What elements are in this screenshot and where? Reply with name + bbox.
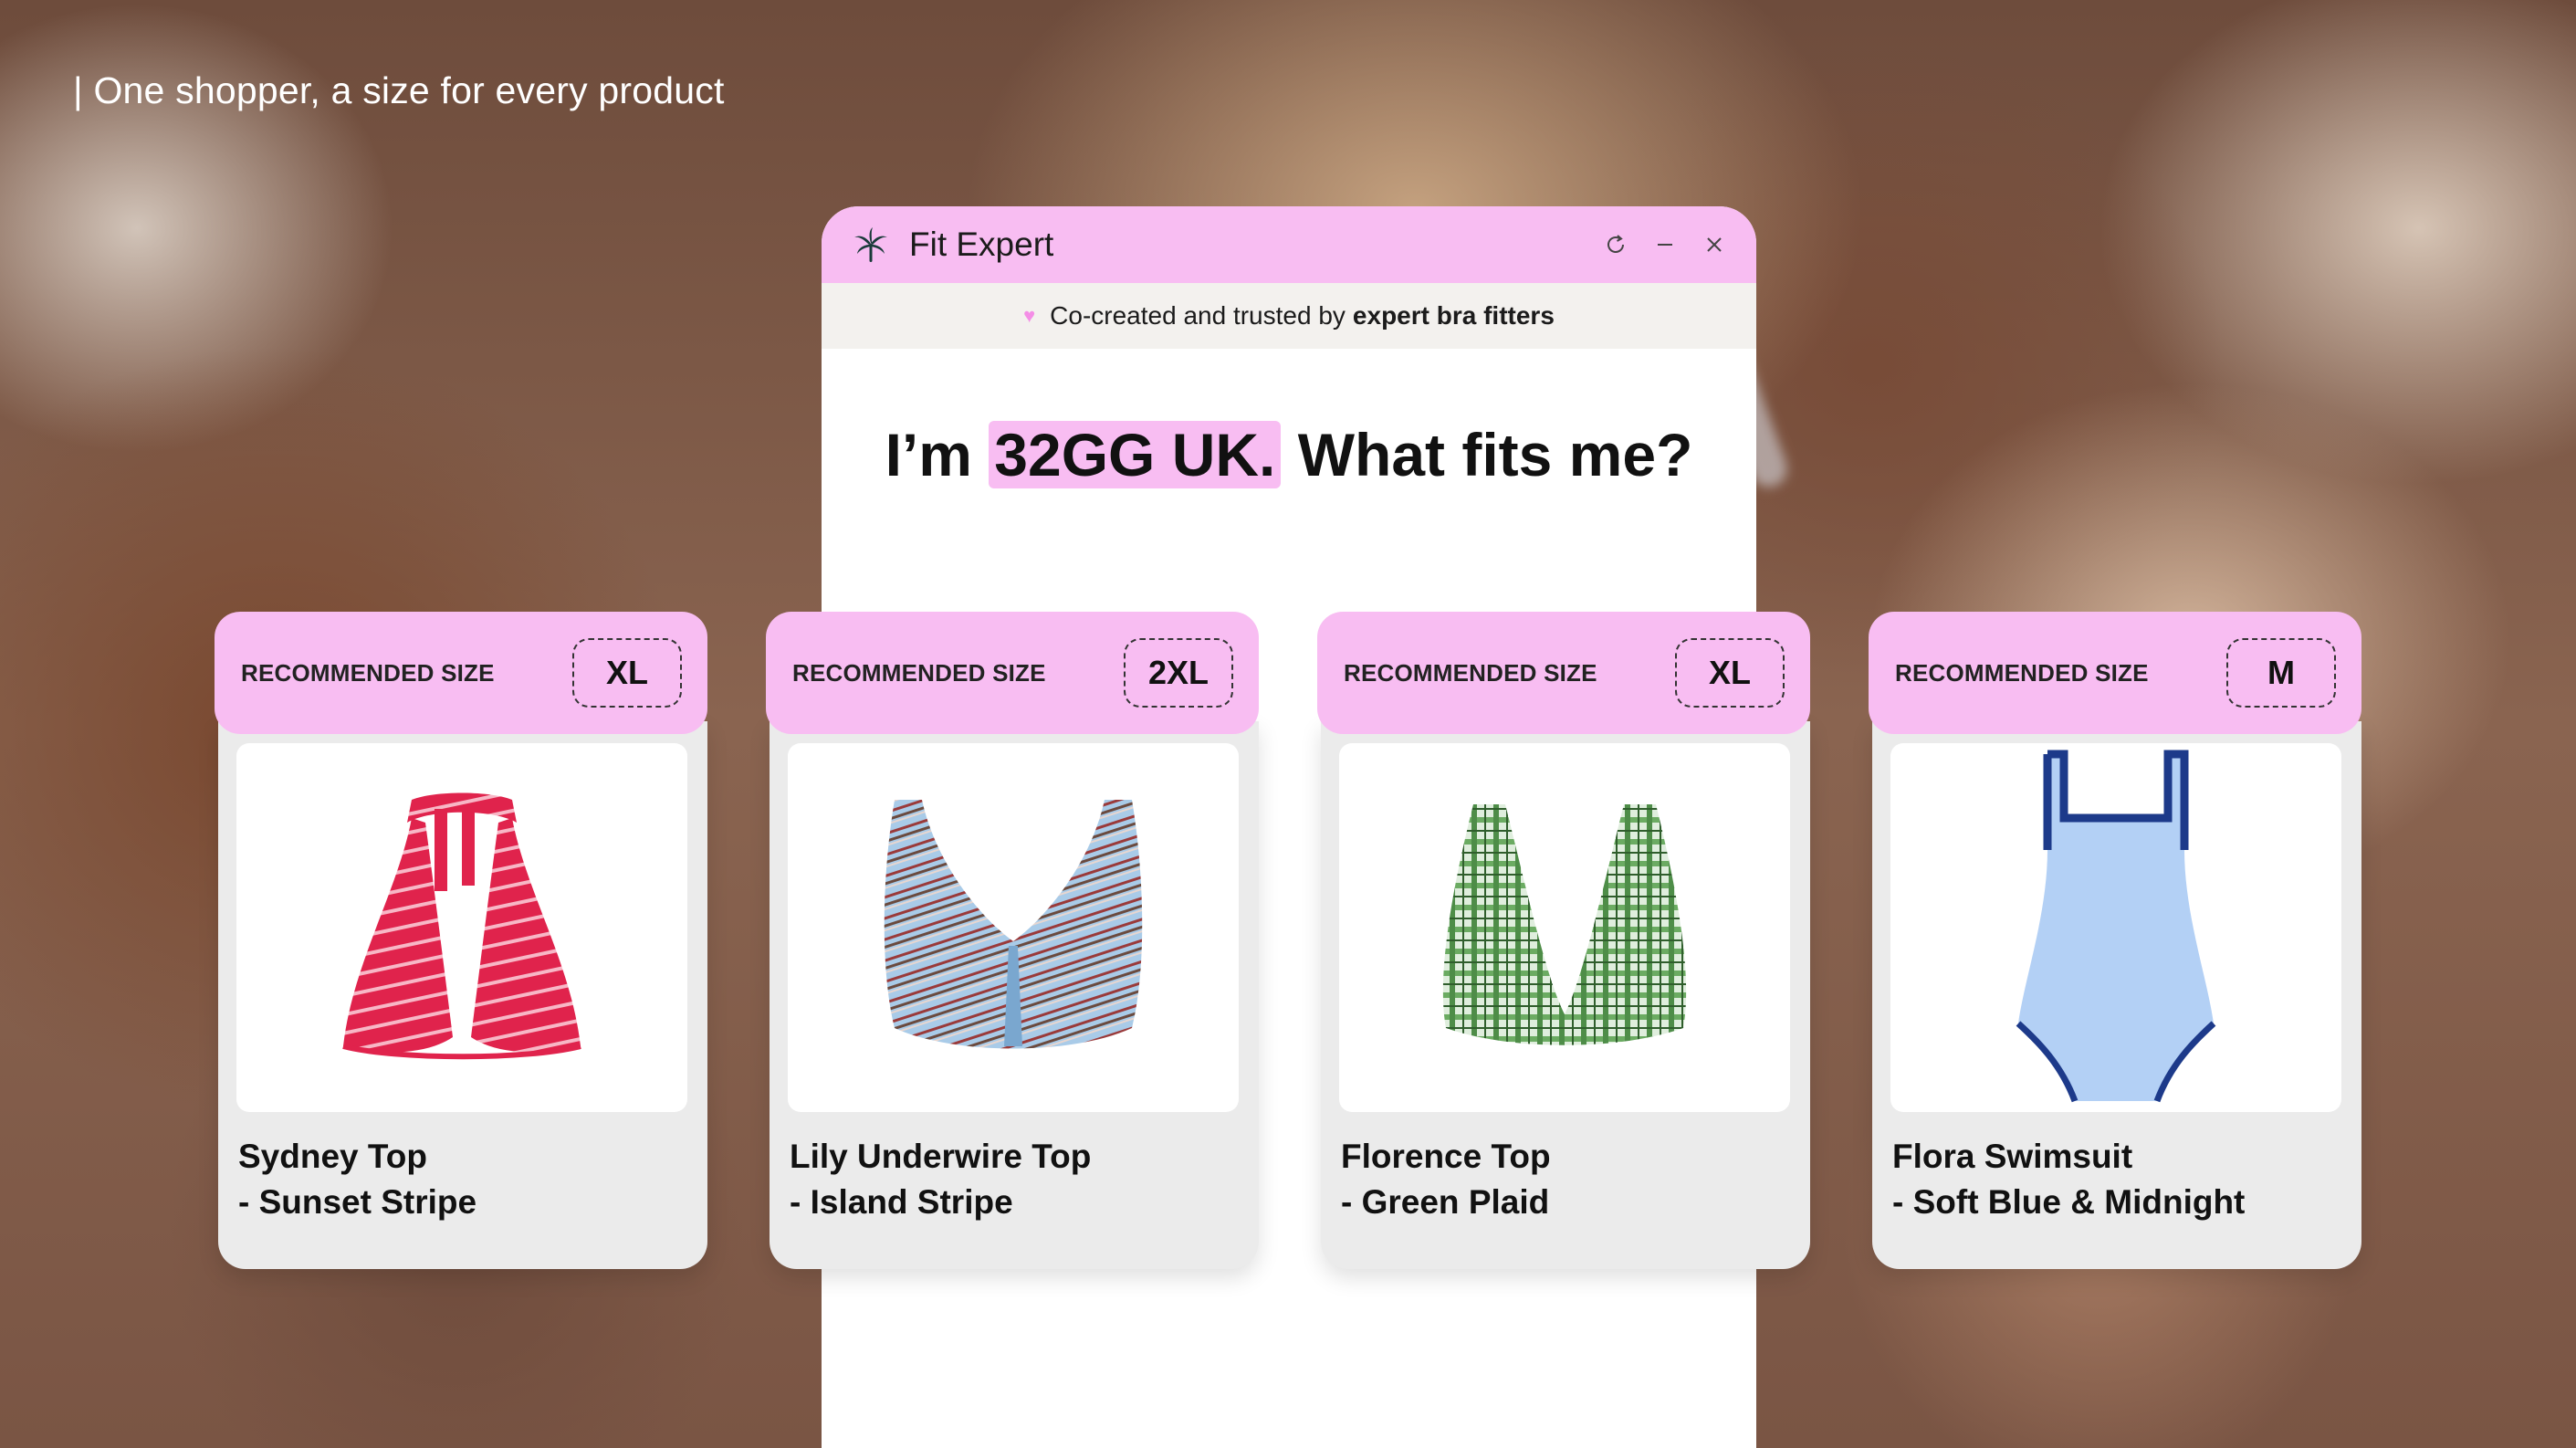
size-question: I’m 32GG UK. What fits me? xyxy=(822,420,1756,489)
recommended-size-label: RECOMMENDED SIZE xyxy=(792,658,1046,687)
trust-banner: ♥ Co-created and trusted by expert bra f… xyxy=(822,283,1756,349)
product-image xyxy=(1890,743,2341,1112)
product-card[interactable]: Lily Underwire Top - Island Stripe RECOM… xyxy=(766,612,1259,1269)
recommended-size-header: RECOMMENDED SIZE XL xyxy=(1317,612,1810,734)
product-name-line1: Florence Top xyxy=(1341,1138,1551,1175)
product-name-line1: Sydney Top xyxy=(238,1138,427,1175)
product-card[interactable]: Florence Top - Green Plaid RECOMMENDED S… xyxy=(1317,612,1810,1269)
product-name-line2: - Green Plaid xyxy=(1341,1183,1550,1221)
headline: | One shopper, a size for every product xyxy=(73,69,725,111)
product-image xyxy=(1339,743,1790,1112)
minimize-icon[interactable] xyxy=(1650,230,1680,259)
product-card[interactable]: Flora Swimsuit - Soft Blue & Midnight RE… xyxy=(1869,612,2361,1269)
size-badge: 2XL xyxy=(1124,638,1233,708)
product-name-line1: Flora Swimsuit xyxy=(1892,1138,2133,1175)
widget-title: Fit Expert xyxy=(909,226,1054,263)
recommended-size-label: RECOMMENDED SIZE xyxy=(1895,658,2149,687)
recommended-size-header: RECOMMENDED SIZE XL xyxy=(215,612,707,734)
palm-tree-logo-icon xyxy=(851,225,891,265)
product-name: Sydney Top - Sunset Stripe xyxy=(238,1134,476,1225)
size-badge: M xyxy=(2226,638,2336,708)
product-card-panel: Florence Top - Green Plaid xyxy=(1321,721,1810,1269)
recommended-size-label: RECOMMENDED SIZE xyxy=(241,658,495,687)
banner-text: Co-created and trusted by xyxy=(1050,301,1346,330)
question-start: I’m xyxy=(885,421,972,488)
banner-bold-text: expert bra fitters xyxy=(1352,301,1555,330)
product-card-panel: Sydney Top - Sunset Stripe xyxy=(218,721,707,1269)
recommended-size-header: RECOMMENDED SIZE 2XL xyxy=(766,612,1259,734)
product-name-line1: Lily Underwire Top xyxy=(790,1138,1092,1175)
close-icon[interactable] xyxy=(1700,230,1729,259)
product-name: Florence Top - Green Plaid xyxy=(1341,1134,1551,1225)
widget-header: Fit Expert xyxy=(822,206,1756,283)
product-card[interactable]: Sydney Top - Sunset Stripe RECOMMENDED S… xyxy=(215,612,707,1269)
product-image xyxy=(236,743,687,1112)
product-name: Lily Underwire Top - Island Stripe xyxy=(790,1134,1091,1225)
heart-icon: ♥ xyxy=(1023,304,1036,327)
product-card-panel: Lily Underwire Top - Island Stripe xyxy=(770,721,1259,1269)
size-badge: XL xyxy=(572,638,682,708)
question-end: What fits me? xyxy=(1297,421,1693,488)
size-badge: XL xyxy=(1675,638,1785,708)
product-name-line2: - Soft Blue & Midnight xyxy=(1892,1183,2246,1221)
recommended-size-header: RECOMMENDED SIZE M xyxy=(1869,612,2361,734)
question-size-highlight: 32GG UK. xyxy=(989,421,1282,488)
product-card-panel: Flora Swimsuit - Soft Blue & Midnight xyxy=(1872,721,2361,1269)
recommended-size-label: RECOMMENDED SIZE xyxy=(1344,658,1597,687)
product-name-line2: - Island Stripe xyxy=(790,1183,1013,1221)
product-name: Flora Swimsuit - Soft Blue & Midnight xyxy=(1892,1134,2245,1225)
product-image xyxy=(788,743,1239,1112)
window-controls xyxy=(1601,230,1729,259)
product-name-line2: - Sunset Stripe xyxy=(238,1183,477,1221)
refresh-icon[interactable] xyxy=(1601,230,1630,259)
